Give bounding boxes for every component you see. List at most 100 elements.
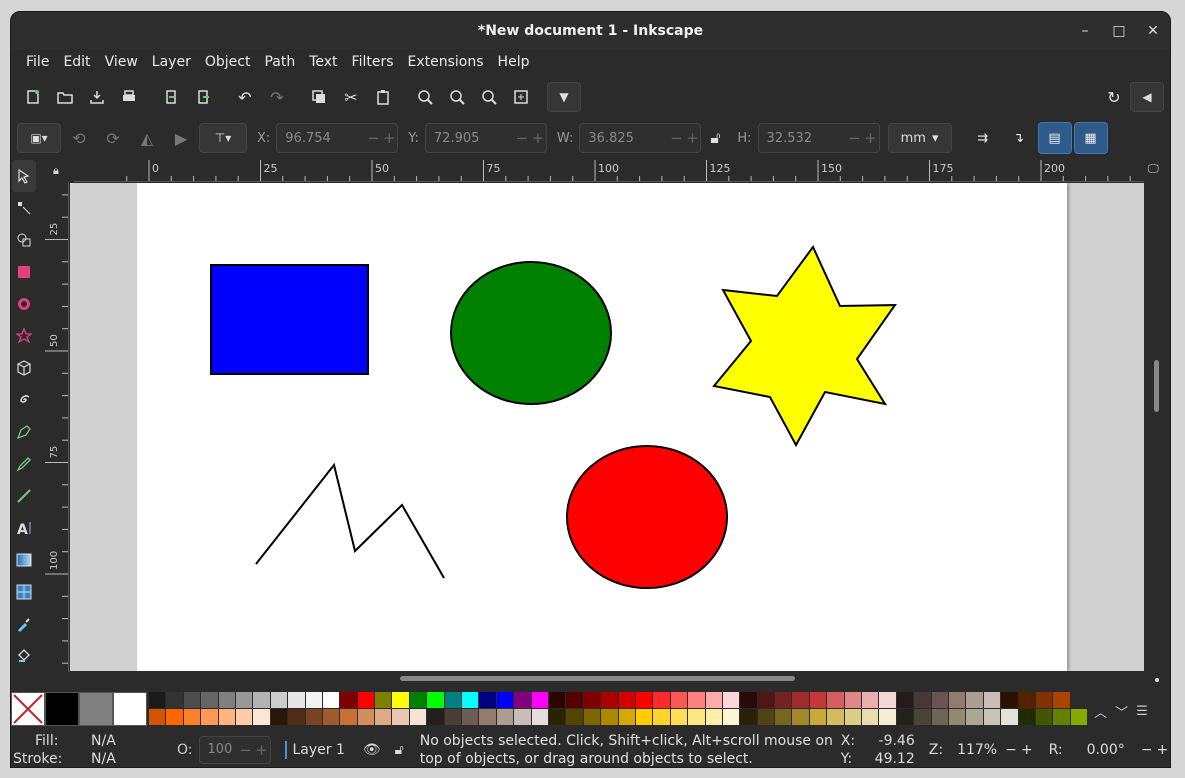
open-folder-icon[interactable] xyxy=(49,81,81,113)
row2-swatch-0[interactable] xyxy=(149,709,167,725)
h-decrement[interactable]: − xyxy=(847,129,863,147)
rotation-value[interactable]: 0.00° xyxy=(1087,742,1125,758)
snap-toggle-icon[interactable]: ↻ xyxy=(1098,81,1130,113)
menu-edit[interactable]: Edit xyxy=(56,54,97,70)
dropper-tool-icon[interactable] xyxy=(12,608,36,640)
y-spinbox[interactable]: 72.905 − + xyxy=(424,123,547,153)
row2-swatch-42[interactable] xyxy=(879,709,897,725)
cut-icon[interactable]: ✂ xyxy=(335,81,367,113)
row1-swatch-14[interactable] xyxy=(392,692,410,708)
row1-swatch-18[interactable] xyxy=(462,692,480,708)
row2-swatch-27[interactable] xyxy=(618,709,636,725)
row1-swatch-44[interactable] xyxy=(914,692,932,708)
save-icon[interactable] xyxy=(81,81,113,113)
print-icon[interactable] xyxy=(113,81,145,113)
gray-swatch[interactable] xyxy=(79,692,113,726)
vertical-scrollbar[interactable]: 🖵︎ xyxy=(1144,160,1170,682)
row2-swatch-53[interactable] xyxy=(1070,709,1089,725)
spiral-tool-icon[interactable] xyxy=(12,384,36,416)
h-increment[interactable]: + xyxy=(863,129,879,147)
black-swatch[interactable] xyxy=(45,692,79,726)
menu-view[interactable]: View xyxy=(98,54,145,70)
row2-swatch-18[interactable] xyxy=(462,709,480,725)
red-ellipse[interactable] xyxy=(566,445,728,589)
select-mode-dropdown[interactable]: ▣▾ xyxy=(17,123,61,153)
fill-stroke-indicator[interactable]: Fill: N/A Stroke: N/A xyxy=(11,732,151,768)
palette-menu-icon[interactable]: ☰ xyxy=(1136,704,1148,719)
x-decrement[interactable]: − xyxy=(365,129,381,147)
pen-tool-icon[interactable] xyxy=(12,416,36,448)
w-increment[interactable]: + xyxy=(684,129,700,147)
align-dropdown[interactable]: ⊤▾ xyxy=(199,123,247,153)
zoom-in-button[interactable]: + xyxy=(1021,742,1033,758)
green-ellipse[interactable] xyxy=(450,261,612,405)
3d-box-tool-icon[interactable] xyxy=(12,352,36,384)
row1-swatch-50[interactable] xyxy=(1018,692,1036,708)
x-increment[interactable]: + xyxy=(381,129,397,147)
menu-file[interactable]: File xyxy=(19,54,56,70)
row1-swatch-37[interactable] xyxy=(792,692,810,708)
row1-swatch-48[interactable] xyxy=(983,692,1002,708)
lock-ratio-icon[interactable]: 🔓︎ xyxy=(703,122,727,154)
row2-swatch-49[interactable] xyxy=(1001,709,1019,725)
row1-swatch-8[interactable] xyxy=(288,692,306,708)
row1-swatch-36[interactable] xyxy=(775,692,793,708)
y-decrement[interactable]: − xyxy=(514,129,530,147)
row1-swatch-32[interactable] xyxy=(705,692,723,708)
zigzag-polyline[interactable] xyxy=(255,462,445,579)
row1-swatch-6[interactable] xyxy=(253,692,271,708)
row2-swatch-13[interactable] xyxy=(375,709,393,725)
star-tool-icon[interactable] xyxy=(12,320,36,352)
row2-swatch-2[interactable] xyxy=(183,709,202,725)
scale-stroke-icon[interactable]: ⇉ xyxy=(966,122,1000,154)
paint-bucket-tool-icon[interactable] xyxy=(12,640,36,672)
row2-swatch-5[interactable] xyxy=(235,709,254,725)
row1-swatch-2[interactable] xyxy=(183,692,202,708)
row2-swatch-37[interactable] xyxy=(792,709,810,725)
row2-swatch-1[interactable] xyxy=(166,709,184,725)
row1-swatch-38[interactable] xyxy=(809,692,828,708)
current-layer[interactable]: Layer 1 xyxy=(293,742,345,758)
row1-swatch-12[interactable] xyxy=(357,692,376,708)
selector-tool-icon[interactable] xyxy=(12,160,36,192)
row1-swatch-39[interactable] xyxy=(827,692,845,708)
row1-swatch-15[interactable] xyxy=(409,692,428,708)
row2-swatch-30[interactable] xyxy=(670,709,689,725)
row1-swatch-24[interactable] xyxy=(566,692,584,708)
row1-swatch-7[interactable] xyxy=(270,692,289,708)
row1-swatch-9[interactable] xyxy=(305,692,323,708)
row2-swatch-4[interactable] xyxy=(218,709,236,725)
undo-icon[interactable]: ↶ xyxy=(229,81,261,113)
display-mode-icon[interactable]: 🖵︎ xyxy=(1148,162,1159,176)
gradient-tool-icon[interactable] xyxy=(12,544,36,576)
move-patterns-icon[interactable]: ▦ xyxy=(1073,122,1108,154)
row1-swatch-13[interactable] xyxy=(375,692,393,708)
import-icon[interactable] xyxy=(155,81,187,113)
row2-swatch-41[interactable] xyxy=(862,709,880,725)
layer-lock-icon[interactable]: 🔓︎ xyxy=(395,742,404,758)
flip-horizontal-icon[interactable]: ◭ xyxy=(131,122,163,154)
row1-swatch-1[interactable] xyxy=(166,692,184,708)
menu-object[interactable]: Object xyxy=(198,54,258,70)
row2-swatch-50[interactable] xyxy=(1018,709,1036,725)
row2-swatch-44[interactable] xyxy=(914,709,932,725)
new-document-icon[interactable] xyxy=(17,81,49,113)
mesh-tool-icon[interactable] xyxy=(12,576,36,608)
minimize-button[interactable]: – xyxy=(1076,22,1094,40)
no-paint-swatch[interactable] xyxy=(11,692,45,726)
row1-swatch-20[interactable] xyxy=(496,692,515,708)
zoom-drawing-icon[interactable] xyxy=(441,81,473,113)
w-spinbox[interactable]: 36.825 − + xyxy=(579,123,702,153)
row2-swatch-29[interactable] xyxy=(653,709,671,725)
menu-extensions[interactable]: Extensions xyxy=(401,54,491,70)
more-commands-dropdown[interactable]: ▼ xyxy=(547,82,581,112)
row1-swatch-47[interactable] xyxy=(966,692,984,708)
zoom-center-icon[interactable] xyxy=(505,81,537,113)
calligraphy-tool-icon[interactable] xyxy=(12,480,36,512)
opacity-increment[interactable]: + xyxy=(254,741,270,759)
rotate-ccw-icon[interactable]: ⟲ xyxy=(63,122,95,154)
rotate-decrement[interactable]: − xyxy=(1141,742,1153,758)
row2-swatch-7[interactable] xyxy=(270,709,289,725)
row1-swatch-41[interactable] xyxy=(862,692,880,708)
layer-visibility-icon[interactable]: 👁︎ xyxy=(363,742,381,758)
